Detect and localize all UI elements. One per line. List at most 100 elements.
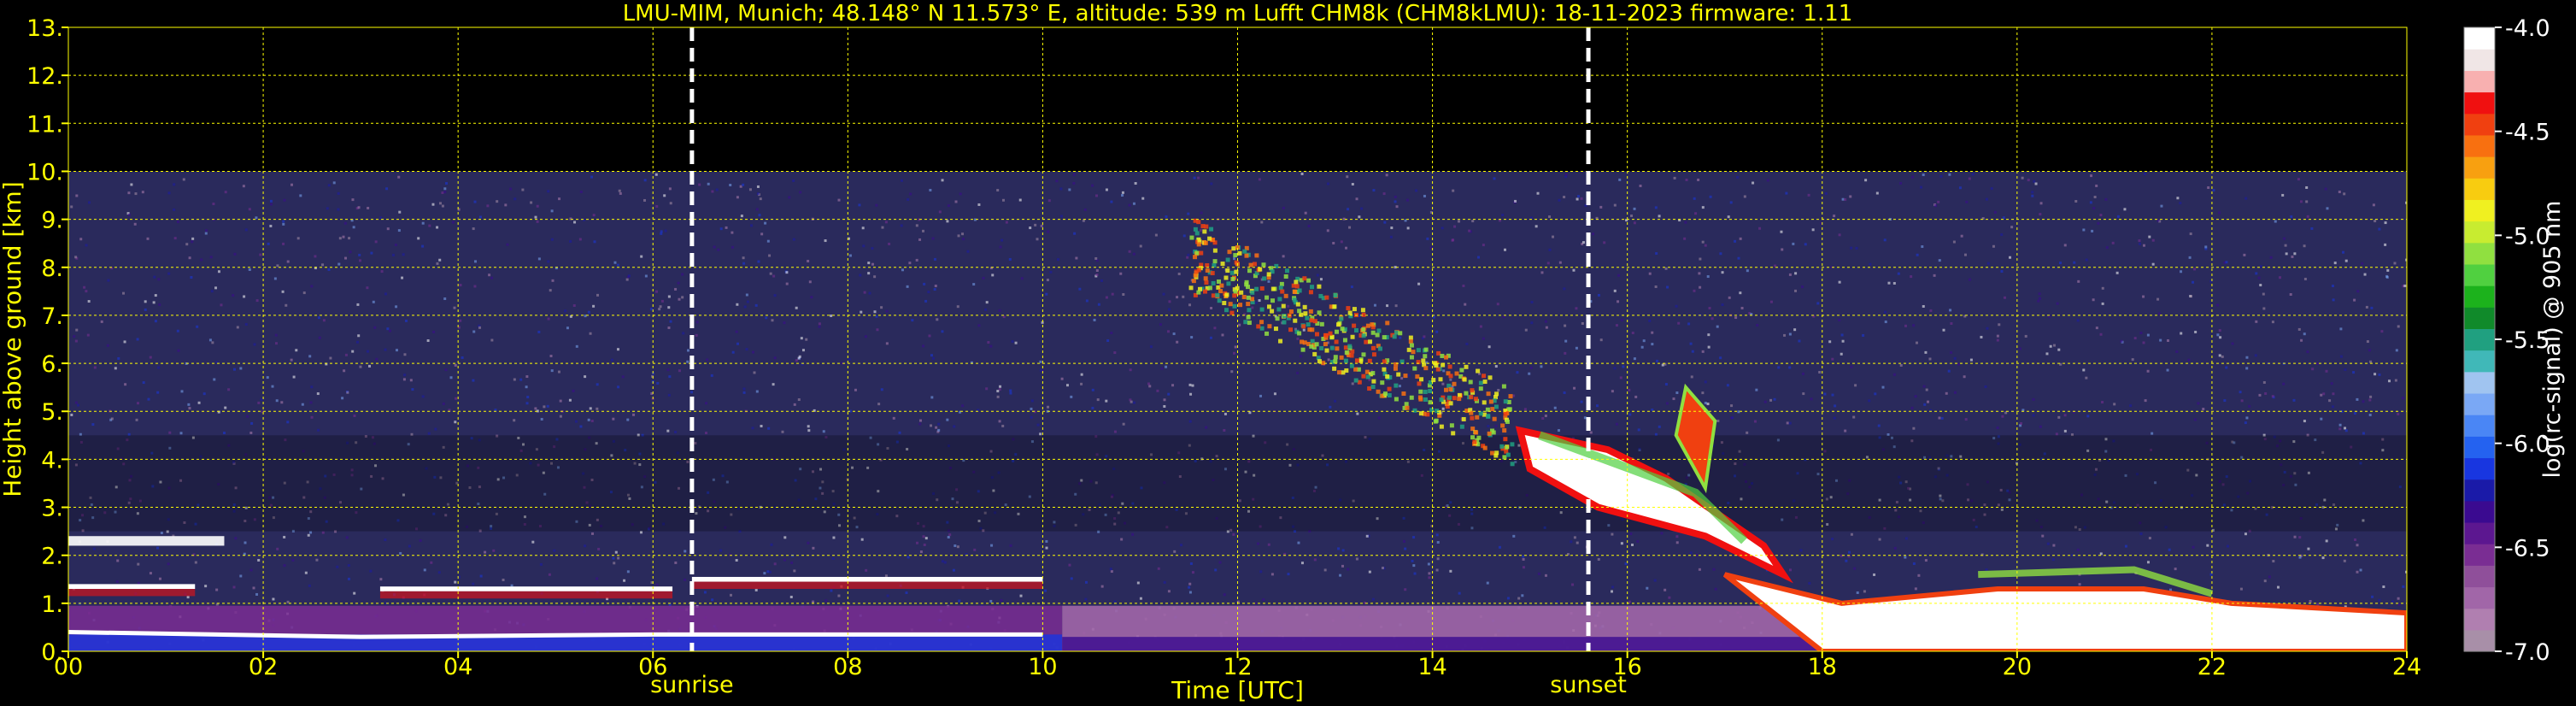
- noise-speck: [2281, 193, 2285, 197]
- noise-speck: [191, 237, 195, 240]
- cirrus-speck: [1478, 380, 1483, 385]
- x-axis-label: Time [UTC]: [1171, 676, 1304, 704]
- noise-speck: [2328, 399, 2332, 403]
- noise-speck: [1664, 383, 1668, 386]
- noise-speck: [442, 402, 445, 405]
- noise-speck: [1110, 332, 1113, 335]
- noise-speck: [901, 268, 904, 272]
- noise-speck: [327, 268, 331, 271]
- cirrus-speck: [1353, 378, 1358, 383]
- cirrus-speck: [1415, 374, 1420, 379]
- noise-speck: [173, 208, 176, 211]
- noise-speck: [1000, 598, 1003, 602]
- noise-speck: [695, 333, 698, 337]
- noise-speck: [1823, 392, 1827, 396]
- noise-speck: [557, 370, 560, 374]
- noise-speck: [996, 390, 1000, 393]
- colorbar-swatch: [2464, 457, 2495, 480]
- cirrus-speck: [1309, 344, 1314, 349]
- noise-speck: [315, 558, 319, 562]
- colorbar-swatch: [2464, 350, 2495, 373]
- cirrus-speck: [1439, 424, 1444, 429]
- noise-speck: [369, 569, 373, 573]
- noise-speck: [575, 344, 578, 348]
- noise-speck: [711, 598, 714, 602]
- x-tick-label: 06: [638, 654, 667, 680]
- noise-speck: [785, 271, 789, 274]
- noise-speck: [272, 597, 275, 601]
- noise-speck: [1365, 534, 1369, 538]
- noise-speck: [1727, 215, 1730, 219]
- noise-speck: [1020, 277, 1024, 280]
- noise-speck: [1350, 285, 1353, 289]
- colorbar-swatch: [2464, 392, 2495, 415]
- noise-speck: [769, 272, 772, 275]
- cirrus-speck: [1295, 302, 1300, 307]
- noise-speck: [742, 262, 746, 265]
- noise-speck: [2063, 414, 2067, 417]
- noise-speck: [1128, 203, 1131, 207]
- noise-speck: [1838, 318, 1841, 321]
- noise-speck: [530, 201, 533, 204]
- cirrus-speck: [1503, 437, 1508, 442]
- cirrus-speck: [1207, 285, 1212, 291]
- noise-speck: [1665, 402, 1669, 405]
- cirrus-speck: [1297, 309, 1302, 314]
- noise-speck: [735, 559, 738, 562]
- noise-speck: [885, 309, 889, 313]
- noise-speck: [1191, 571, 1194, 574]
- noise-speck: [686, 360, 689, 363]
- noise-speck: [1544, 320, 1547, 323]
- cirrus-speck: [1262, 276, 1267, 281]
- noise-speck: [908, 262, 912, 265]
- noise-speck: [525, 375, 529, 379]
- noise-speck: [1230, 370, 1234, 374]
- noise-speck: [1452, 189, 1455, 192]
- noise-speck: [117, 356, 120, 360]
- noise-speck: [1707, 345, 1710, 349]
- noise-speck: [1441, 407, 1445, 410]
- noise-speck: [579, 425, 583, 428]
- noise-speck: [1904, 537, 1908, 540]
- noise-speck: [1068, 563, 1071, 567]
- noise-speck: [326, 207, 329, 210]
- noise-speck: [1435, 330, 1439, 333]
- noise-speck: [2339, 355, 2343, 358]
- cirrus-speck: [1360, 308, 1365, 313]
- noise-speck: [2151, 262, 2155, 266]
- noise-speck: [204, 585, 208, 588]
- noise-speck: [677, 281, 680, 285]
- y-tick-label: 7.: [41, 303, 63, 330]
- noise-speck: [372, 300, 375, 303]
- noise-speck: [643, 198, 646, 202]
- noise-speck: [1039, 360, 1042, 363]
- colorbar-swatch: [2464, 371, 2495, 394]
- noise-speck: [346, 391, 349, 394]
- noise-speck: [2262, 292, 2265, 296]
- cirrus-speck: [1488, 399, 1493, 404]
- cirrus-speck: [1376, 389, 1381, 394]
- noise-speck: [2311, 368, 2315, 371]
- low-cloud-base: [379, 591, 673, 599]
- noise-speck: [2378, 227, 2381, 231]
- cirrus-speck: [1344, 368, 1349, 373]
- noise-speck: [698, 183, 701, 186]
- noise-speck: [2320, 393, 2323, 397]
- noise-speck: [915, 224, 918, 227]
- noise-speck: [2051, 558, 2055, 562]
- noise-speck: [1948, 173, 1951, 176]
- noise-speck: [357, 206, 361, 209]
- noise-speck: [1441, 382, 1445, 385]
- noise-speck: [1039, 432, 1042, 436]
- noise-speck: [2258, 393, 2262, 397]
- noise-speck: [931, 356, 935, 360]
- noise-speck: [1957, 362, 1960, 366]
- noise-speck: [763, 572, 766, 575]
- noise-speck: [158, 577, 161, 580]
- noise-speck: [2175, 350, 2179, 353]
- cirrus-speck: [1254, 253, 1259, 258]
- noise-speck: [1297, 541, 1300, 544]
- noise-speck: [678, 369, 681, 373]
- noise-speck: [2009, 256, 2012, 259]
- noise-speck: [1712, 568, 1716, 571]
